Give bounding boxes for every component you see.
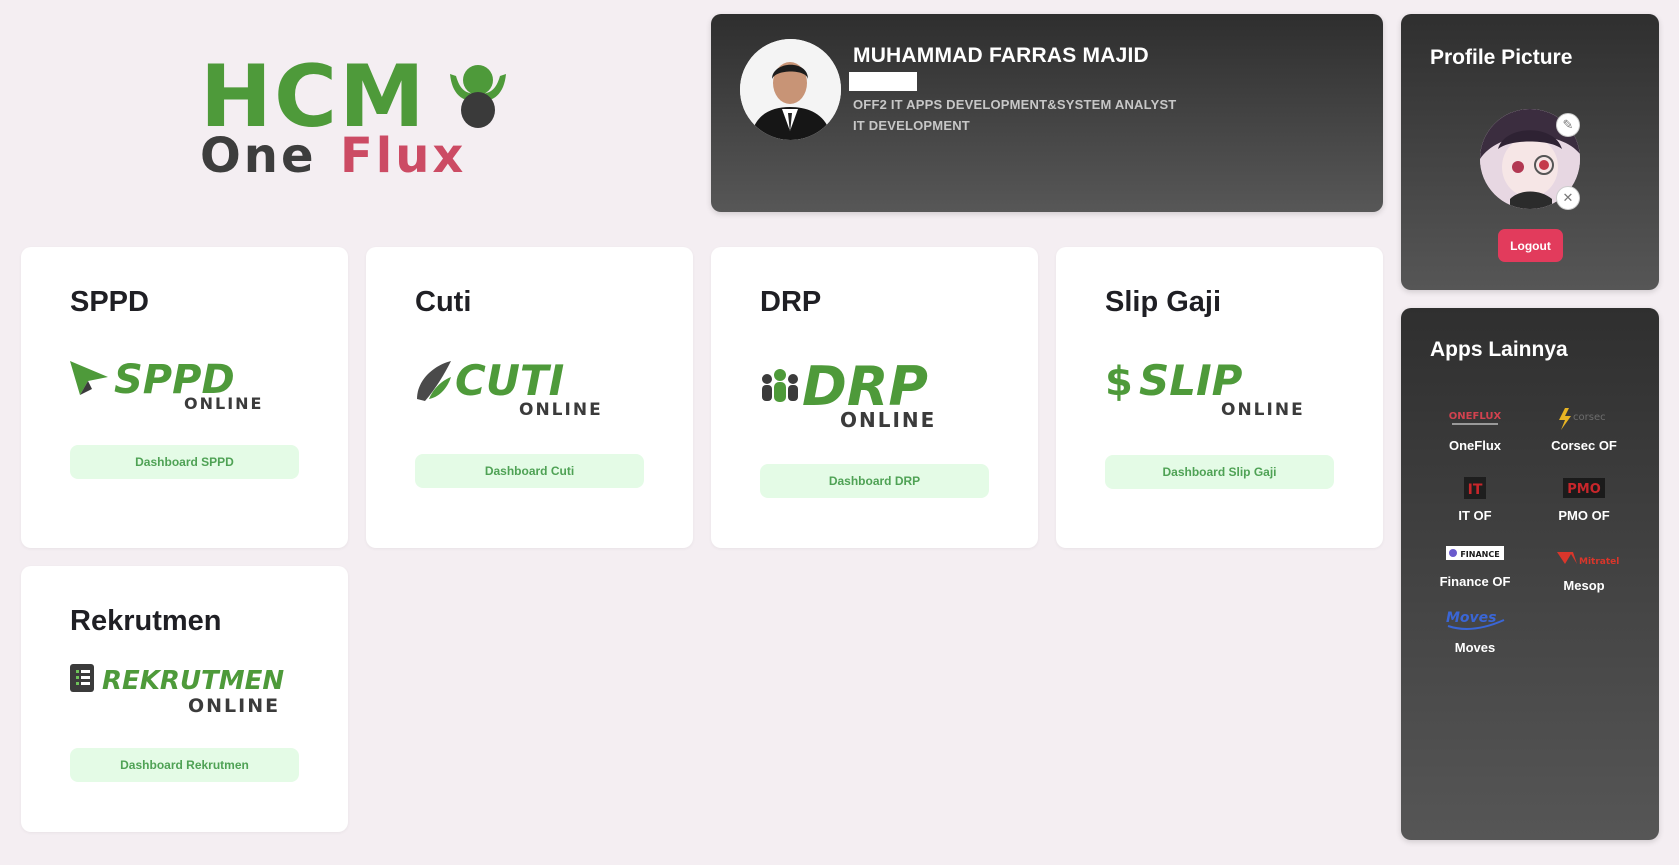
app-name: OneFlux [1448, 438, 1501, 453]
app-it[interactable]: IT IT OF [1425, 474, 1525, 523]
dashboard-drp-button[interactable]: Dashboard DRP [760, 464, 989, 498]
remove-picture-button[interactable]: ✕ [1556, 186, 1580, 210]
oneflux-app-icon: ONEFLUX [1449, 411, 1502, 425]
moves-app-icon: Moves [1446, 610, 1505, 630]
svg-text:FINANCE: FINANCE [1460, 550, 1499, 559]
app-moves[interactable]: Moves Moves [1425, 606, 1525, 655]
svg-text:ONLINE: ONLINE [1221, 400, 1305, 419]
finance-app-icon: FINANCE [1446, 546, 1504, 560]
it-app-icon: IT [1464, 477, 1486, 499]
module-card-rekrutmen: Rekrutmen REKRUTMEN ONLINE Dashboard Rek… [21, 566, 348, 832]
slip-online-logo: $ SLIP ONLINE [1105, 359, 1305, 419]
app-name: Mesop [1563, 578, 1605, 593]
app-name: Moves [1454, 640, 1496, 655]
app-corsec[interactable]: corsec Corsec OF [1534, 404, 1634, 453]
module-card-sppd: SPPD SPPD ONLINE Dashboard SPPD [21, 247, 348, 548]
module-title: Rekrutmen [70, 605, 222, 637]
svg-text:SLIP: SLIP [1139, 359, 1243, 405]
other-apps-title: Apps Lainnya [1430, 338, 1568, 361]
hcm-oneflux-logo: HCM One Flux [200, 47, 520, 184]
svg-text:ONLINE: ONLINE [840, 408, 936, 431]
dashboard-rekrutmen-button[interactable]: Dashboard Rekrutmen [70, 748, 299, 782]
dashboard-cuti-button[interactable]: Dashboard Cuti [415, 454, 644, 488]
rekrutmen-online-logo: REKRUTMEN ONLINE [70, 664, 284, 716]
module-card-cuti: Cuti CUTI ONLINE Dashboard Cuti [366, 247, 693, 548]
checklist-icon [70, 664, 94, 692]
app-name: IT OF [1458, 508, 1492, 523]
profile-picture-card: Profile Picture ✎ ✕ Logout [1401, 14, 1659, 290]
redacted-id-box [849, 72, 917, 91]
sppd-online-logo: SPPD ONLINE [70, 359, 263, 411]
module-title: SPPD [70, 286, 149, 318]
user-position: OFF2 IT APPS DEVELOPMENT&SYSTEM ANALYST [853, 97, 1177, 112]
cuti-online-logo: CUTI ONLINE [417, 359, 603, 419]
edit-picture-button[interactable]: ✎ [1556, 113, 1580, 137]
dashboard-slip-gaji-button[interactable]: Dashboard Slip Gaji [1105, 455, 1334, 489]
user-photo [740, 39, 841, 140]
drp-online-logo: DRP ONLINE [762, 361, 936, 431]
app-name: Corsec OF [1551, 438, 1617, 453]
profile-picture-title: Profile Picture [1430, 46, 1573, 69]
app-pmo[interactable]: PMO PMO OF [1534, 474, 1634, 523]
user-department: IT DEVELOPMENT [853, 118, 970, 133]
svg-text:ONLINE: ONLINE [519, 400, 603, 419]
svg-text:CUTI: CUTI [455, 359, 564, 405]
svg-text:Moves: Moves [1446, 610, 1497, 626]
profile-card: MUHAMMAD FARRAS MAJID OFF2 IT APPS DEVEL… [711, 14, 1383, 212]
logo-flux-text: Flux [340, 128, 466, 182]
module-title: Cuti [415, 286, 472, 318]
pencil-icon: ✎ [1562, 117, 1574, 132]
module-card-drp: DRP DRP ONLINE Dashboard DRP [711, 247, 1038, 548]
app-oneflux[interactable]: ONEFLUX OneFlux [1425, 404, 1525, 453]
module-title: Slip Gaji [1105, 286, 1222, 318]
logout-button[interactable]: Logout [1498, 229, 1563, 262]
app-name: Finance OF [1439, 574, 1511, 589]
other-apps-card: Apps Lainnya ONEFLUX OneFlux corsec Cors… [1401, 308, 1659, 840]
svg-text:ONLINE: ONLINE [188, 695, 280, 716]
svg-text:REKRUTMEN: REKRUTMEN [102, 666, 284, 696]
corsec-app-icon: corsec [1559, 408, 1606, 430]
mesop-app-icon: Mitratel [1557, 552, 1619, 567]
user-name: MUHAMMAD FARRAS MAJID [853, 44, 1149, 67]
svg-text:ONLINE: ONLINE [184, 394, 263, 411]
svg-text:Mitratel: Mitratel [1579, 557, 1619, 567]
pmo-app-icon: PMO [1563, 478, 1605, 498]
app-finance[interactable]: FINANCE Finance OF [1425, 540, 1525, 589]
dashboard-sppd-button[interactable]: Dashboard SPPD [70, 445, 299, 479]
logo-person-body [461, 92, 495, 128]
module-card-slip-gaji: Slip Gaji $ SLIP ONLINE Dashboard Slip G… [1056, 247, 1383, 548]
svg-text:IT: IT [1468, 482, 1483, 498]
svg-text:PMO: PMO [1567, 482, 1601, 497]
logo-person-head [463, 65, 493, 95]
module-title: DRP [760, 286, 822, 318]
dollar-icon: $ [1105, 359, 1133, 405]
app-mesop[interactable]: Mitratel Mesop [1534, 544, 1634, 593]
app-name: PMO OF [1558, 508, 1610, 523]
svg-text:ONEFLUX: ONEFLUX [1449, 411, 1502, 422]
svg-text:corsec: corsec [1573, 412, 1606, 423]
logo-one-text: One [200, 128, 317, 182]
close-icon: ✕ [1562, 190, 1574, 205]
